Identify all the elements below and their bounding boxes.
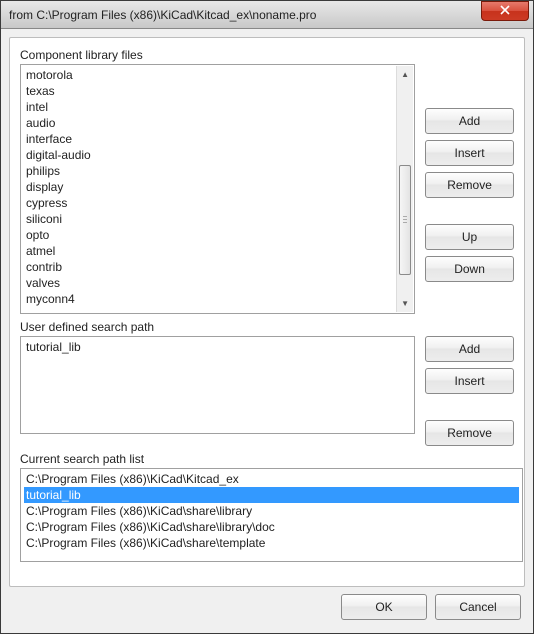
client-area: Component library files motorolatexasint… bbox=[1, 29, 533, 633]
list-item[interactable]: opto bbox=[24, 227, 411, 243]
list-item[interactable]: myconn4 bbox=[24, 291, 411, 307]
user-path-list[interactable]: tutorial_lib bbox=[20, 336, 415, 434]
search-path-label: Current search path list bbox=[20, 452, 514, 466]
dialog-window: from C:\Program Files (x86)\KiCad\Kitcad… bbox=[0, 0, 534, 634]
list-item[interactable]: C:\Program Files (x86)\KiCad\Kitcad_ex bbox=[24, 471, 519, 487]
user-path-buttons: Add Insert Remove bbox=[425, 336, 514, 446]
remove-button[interactable]: Remove bbox=[425, 172, 514, 198]
scroll-up-icon[interactable]: ▲ bbox=[397, 66, 413, 83]
list-item[interactable]: tutorial_lib bbox=[24, 487, 519, 503]
list-item[interactable]: C:\Program Files (x86)\KiCad\share\libra… bbox=[24, 503, 519, 519]
titlebar: from C:\Program Files (x86)\KiCad\Kitcad… bbox=[1, 1, 533, 29]
ok-button[interactable]: OK bbox=[341, 594, 427, 620]
list-item[interactable]: C:\Program Files (x86)\KiCad\share\templ… bbox=[24, 535, 519, 551]
up-button[interactable]: Up bbox=[425, 224, 514, 250]
add-button[interactable]: Add bbox=[425, 336, 514, 362]
list-item[interactable]: cypress bbox=[24, 195, 411, 211]
scroll-track[interactable] bbox=[397, 83, 413, 295]
main-panel: Component library files motorolatexasint… bbox=[9, 37, 525, 587]
list-item[interactable]: tutorial_lib bbox=[24, 339, 411, 355]
dialog-footer: OK Cancel bbox=[9, 587, 525, 627]
user-path-label: User defined search path bbox=[20, 320, 514, 334]
add-button[interactable]: Add bbox=[425, 108, 514, 134]
search-path-list[interactable]: C:\Program Files (x86)\KiCad\Kitcad_extu… bbox=[20, 468, 523, 562]
component-library-list[interactable]: motorolatexasintelaudiointerfacedigital-… bbox=[20, 64, 415, 314]
list-item[interactable]: motorola bbox=[24, 67, 411, 83]
component-buttons: Add Insert Remove Up Down bbox=[425, 64, 514, 314]
list-item[interactable]: intel bbox=[24, 99, 411, 115]
component-library-label: Component library files bbox=[20, 48, 514, 62]
insert-button[interactable]: Insert bbox=[425, 140, 514, 166]
list-item[interactable]: contrib bbox=[24, 259, 411, 275]
list-item[interactable]: atmel bbox=[24, 243, 411, 259]
close-icon bbox=[500, 4, 510, 18]
list-item[interactable]: texas bbox=[24, 83, 411, 99]
remove-button[interactable]: Remove bbox=[425, 420, 514, 446]
list-item[interactable]: siliconi bbox=[24, 211, 411, 227]
insert-button[interactable]: Insert bbox=[425, 368, 514, 394]
cancel-button[interactable]: Cancel bbox=[435, 594, 521, 620]
list-item[interactable]: valves bbox=[24, 275, 411, 291]
scrollbar[interactable]: ▲ ▼ bbox=[396, 66, 413, 312]
list-item[interactable]: philips bbox=[24, 163, 411, 179]
list-item[interactable]: display bbox=[24, 179, 411, 195]
scroll-thumb[interactable] bbox=[399, 165, 411, 275]
close-button[interactable] bbox=[481, 1, 529, 21]
window-title: from C:\Program Files (x86)\KiCad\Kitcad… bbox=[9, 8, 481, 22]
list-item[interactable]: C:\Program Files (x86)\KiCad\share\libra… bbox=[24, 519, 519, 535]
list-item[interactable]: audio bbox=[24, 115, 411, 131]
list-item[interactable]: interface bbox=[24, 131, 411, 147]
list-item[interactable]: digital-audio bbox=[24, 147, 411, 163]
scroll-down-icon[interactable]: ▼ bbox=[397, 295, 413, 312]
down-button[interactable]: Down bbox=[425, 256, 514, 282]
